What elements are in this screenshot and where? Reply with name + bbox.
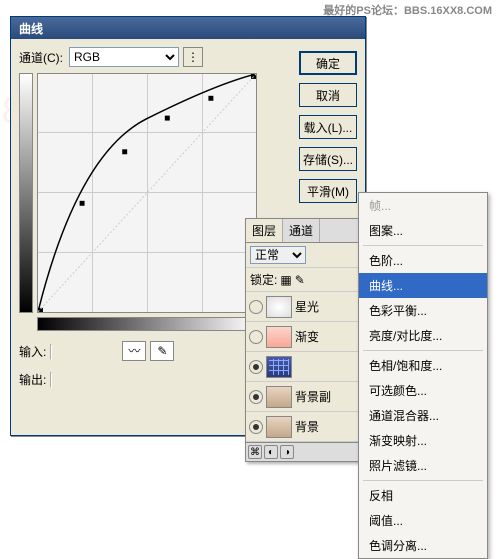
curve-graph[interactable] [37,73,257,313]
layer-row[interactable]: 背景 [246,412,364,442]
adjustment-menu: 帧...图案... 色阶...曲线...色彩平衡...亮度/对比度... 色相/饱和… [358,192,488,559]
blend-mode-select[interactable]: 正常 [250,246,306,264]
lock-pixels-icon[interactable]: ✎ [295,273,305,287]
layer-row[interactable] [246,352,364,382]
output-gradient [19,73,33,313]
input-value[interactable] [50,344,52,360]
input-gradient [37,317,257,331]
menu-item[interactable]: 色彩平衡... [359,298,487,323]
layer-thumbnail [266,326,292,348]
layer-row[interactable]: 星光 [246,292,364,322]
menu-item[interactable]: 帧... [359,193,487,218]
menu-item[interactable]: 色调分离... [359,533,487,558]
menu-item[interactable]: 可选颜色... [359,378,487,403]
menu-item[interactable]: 色阶... [359,248,487,273]
layer-thumbnail [266,416,292,438]
menu-item[interactable]: 图案... [359,218,487,243]
menu-item[interactable]: 照片滤镜... [359,453,487,478]
visibility-icon[interactable] [249,420,263,434]
menu-item[interactable]: 渐变映射... [359,428,487,453]
layer-thumbnail [266,356,292,378]
visibility-icon[interactable] [249,300,263,314]
channel-select[interactable]: RGB [69,47,179,67]
ok-button[interactable]: 确定 [299,51,357,75]
output-value[interactable] [50,372,52,388]
lock-transparency-icon[interactable]: ▦ [280,273,291,287]
mask-icon[interactable]: ◐ [264,445,278,459]
layer-name: 背景 [295,418,361,435]
layer-name: 背景副 [295,388,361,405]
tab-channels[interactable]: 通道 [283,219,320,242]
menu-item[interactable]: 色相/饱和度... [359,353,487,378]
save-button[interactable]: 存储(S)... [299,147,357,171]
visibility-icon[interactable] [249,330,263,344]
layers-panel: 图层 通道 正常 锁定: ▦ ✎ 星光渐变背景副背景 ⌘ ◐ ◑ [245,218,365,462]
curve-point-tool[interactable]: 〰 [122,341,146,361]
channel-menu-button[interactable]: ⋮ [183,47,203,67]
fx-icon[interactable]: ⌘ [248,445,262,459]
menu-item[interactable]: 亮度/对比度... [359,323,487,348]
dialog-title: 曲线 [11,17,365,39]
menu-item[interactable]: 阈值... [359,508,487,533]
layer-row[interactable]: 背景副 [246,382,364,412]
layer-row[interactable]: 渐变 [246,322,364,352]
layer-thumbnail [266,386,292,408]
layer-thumbnail [266,296,292,318]
menu-item[interactable]: 反相 [359,483,487,508]
adjustment-icon[interactable]: ◑ [280,445,294,459]
lock-label: 锁定: [250,271,277,288]
channel-label: 通道(C): [19,49,63,66]
layer-name: 星光 [295,298,361,315]
layers-footer: ⌘ ◐ ◑ [246,442,364,461]
smooth-button[interactable]: 平滑(M) [299,179,357,203]
curve-pencil-tool[interactable]: ✎ [150,341,174,361]
visibility-icon[interactable] [249,390,263,404]
layer-name: 渐变 [295,328,361,345]
output-label: 输出: [19,373,46,387]
load-button[interactable]: 载入(L)... [299,115,357,139]
visibility-icon[interactable] [249,360,263,374]
menu-item[interactable]: 通道混合器... [359,403,487,428]
menu-item[interactable]: 曲线... [359,273,487,298]
input-label: 输入: [19,345,46,359]
tab-layers[interactable]: 图层 [246,219,283,242]
cancel-button[interactable]: 取消 [299,83,357,107]
